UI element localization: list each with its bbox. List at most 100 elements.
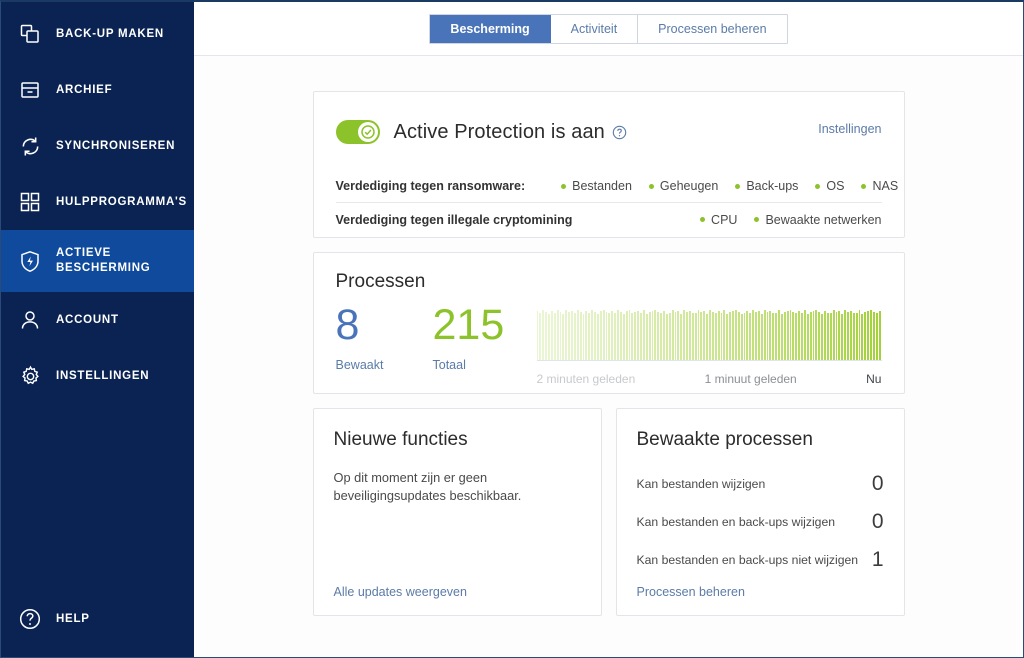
monitored-process-row: Kan bestanden en back-ups niet wijzigen …: [637, 541, 884, 579]
chart-bar: [720, 312, 723, 360]
toggle-knob: [357, 122, 378, 142]
chart-bar: [801, 312, 803, 360]
chart-bar: [786, 311, 789, 360]
chart-bar: [545, 312, 547, 360]
chart-bar: [642, 310, 645, 360]
chart-axis-labels: 2 minuten geleden 1 minuut geleden Nu: [537, 372, 882, 386]
status-dot-icon: [861, 183, 867, 189]
sidebar-item-active-protection[interactable]: ACTIEVE BESCHERMING: [1, 230, 194, 292]
stat-label[interactable]: Bewaakt: [336, 358, 433, 372]
chart-bar: [700, 312, 703, 360]
defense-chip-list: CPU Bewaakte netwerken: [700, 212, 882, 227]
defense-chip-label: NAS: [872, 179, 899, 193]
chart-bar: [841, 313, 844, 360]
new-features-text: Op dit moment zijn er geen beveiligingsu…: [333, 470, 522, 503]
stat-total: 215 Totaal: [433, 299, 530, 372]
archive-box-icon: [15, 75, 45, 105]
status-dot-icon: [561, 183, 567, 189]
stat-label[interactable]: Totaal: [433, 358, 530, 372]
chart-bar: [576, 309, 579, 360]
chart-bar: [792, 311, 795, 360]
processes-title: Processen: [335, 271, 426, 292]
sidebar-item-account[interactable]: ACCOUNT: [1, 292, 194, 348]
defense-chip: Geheugen: [648, 179, 718, 193]
chart-bar: [697, 310, 700, 360]
chart-bar: [852, 313, 855, 360]
defense-chip-label: OS: [826, 179, 845, 193]
sidebar-item-label: ACCOUNT: [56, 313, 119, 326]
chart-bar: [582, 314, 585, 360]
check-icon: [360, 125, 375, 139]
chart-bar: [594, 312, 596, 360]
chart-bar: [677, 311, 680, 360]
monitored-processes-card: Bewaakte processen Kan bestanden wijzige…: [615, 408, 905, 616]
chart-bar: [619, 312, 622, 360]
protection-settings-link[interactable]: Instellingen: [818, 122, 881, 136]
chart-bar: [798, 310, 800, 360]
chart-bar: [749, 312, 752, 360]
chart-bar: [706, 314, 708, 360]
tab-processen-beheren[interactable]: Processen beheren: [638, 14, 787, 43]
chart-bar: [838, 311, 841, 360]
chart-bar: [559, 311, 562, 360]
sidebar-item-archive[interactable]: ARCHIEF: [1, 62, 194, 118]
chart-bar: [867, 311, 869, 360]
chart-bar: [775, 312, 777, 360]
stat-monitored: 8 Bewaakt: [336, 299, 433, 372]
chart-bar: [608, 313, 611, 360]
chart-bar: [734, 309, 737, 360]
chart-bar: [835, 312, 838, 360]
sidebar-item-label: HULPPROGRAMMA'S: [56, 195, 187, 208]
chart-bar: [709, 309, 711, 360]
chart-bar: [844, 309, 846, 360]
monitored-process-label: Kan bestanden en back-ups niet wijzigen: [636, 553, 859, 567]
chart-bar: [740, 314, 743, 360]
sidebar-item-label: HELP: [56, 612, 90, 625]
chart-bar: [562, 313, 565, 360]
chart-bar: [573, 313, 576, 360]
chart-bar: [743, 313, 746, 360]
chart-bar: [585, 310, 588, 360]
main-content: Bescherming Activiteit Processen beheren: [194, 2, 1023, 657]
active-protection-toggle[interactable]: [335, 120, 380, 144]
stat-value: 8: [335, 301, 360, 349]
monitored-process-value: 1: [871, 548, 884, 571]
chart-bar: [588, 312, 591, 360]
chart-bar: [878, 310, 881, 360]
sidebar-item-help[interactable]: HELP: [1, 591, 194, 647]
sidebar-item-tools[interactable]: HULPPROGRAMMA'S: [1, 174, 194, 230]
chart-bar: [872, 311, 875, 360]
chart-bar: [783, 312, 786, 360]
chart-bar: [625, 311, 628, 360]
chart-bar: [671, 310, 674, 360]
monitored-process-label: Kan bestanden en back-ups wijzigen: [636, 515, 836, 529]
defense-chip: Bestanden: [561, 179, 632, 193]
defense-chip: Back-ups: [735, 179, 798, 193]
tab-activiteit[interactable]: Activiteit: [550, 14, 639, 43]
protection-header: Active Protection is aan: [335, 114, 882, 150]
status-dot-icon: [735, 183, 741, 189]
status-dot-icon: [648, 183, 654, 189]
gear-icon: [15, 361, 45, 391]
chart-bar: [568, 312, 570, 360]
tab-bescherming[interactable]: Bescherming: [430, 14, 551, 43]
chart-bar: [536, 311, 539, 360]
manage-processes-link[interactable]: Processen beheren: [637, 585, 745, 599]
view-all-updates-link[interactable]: Alle updates weergeven: [334, 585, 467, 599]
sidebar-item-settings[interactable]: INSTELLINGEN: [1, 348, 194, 404]
chart-bar: [657, 311, 660, 360]
chart-bar: [694, 312, 697, 360]
defense-chip: CPU: [700, 213, 737, 227]
sidebar-item-backup[interactable]: BACK-UP MAKEN: [1, 6, 194, 62]
status-dot-icon: [700, 217, 706, 222]
chart-bar: [663, 310, 665, 360]
chart-bar: [737, 311, 740, 360]
chart-bar: [732, 311, 734, 360]
defense-chip-label: Bewaakte netwerken: [765, 212, 882, 227]
axis-label-right: Nu: [866, 372, 882, 386]
chart-bar: [847, 311, 849, 360]
chart-bar: [634, 311, 637, 360]
sidebar-item-sync[interactable]: SYNCHRONISEREN: [1, 118, 194, 174]
question-circle-icon[interactable]: [612, 125, 627, 140]
defense-chip: OS: [815, 179, 844, 193]
